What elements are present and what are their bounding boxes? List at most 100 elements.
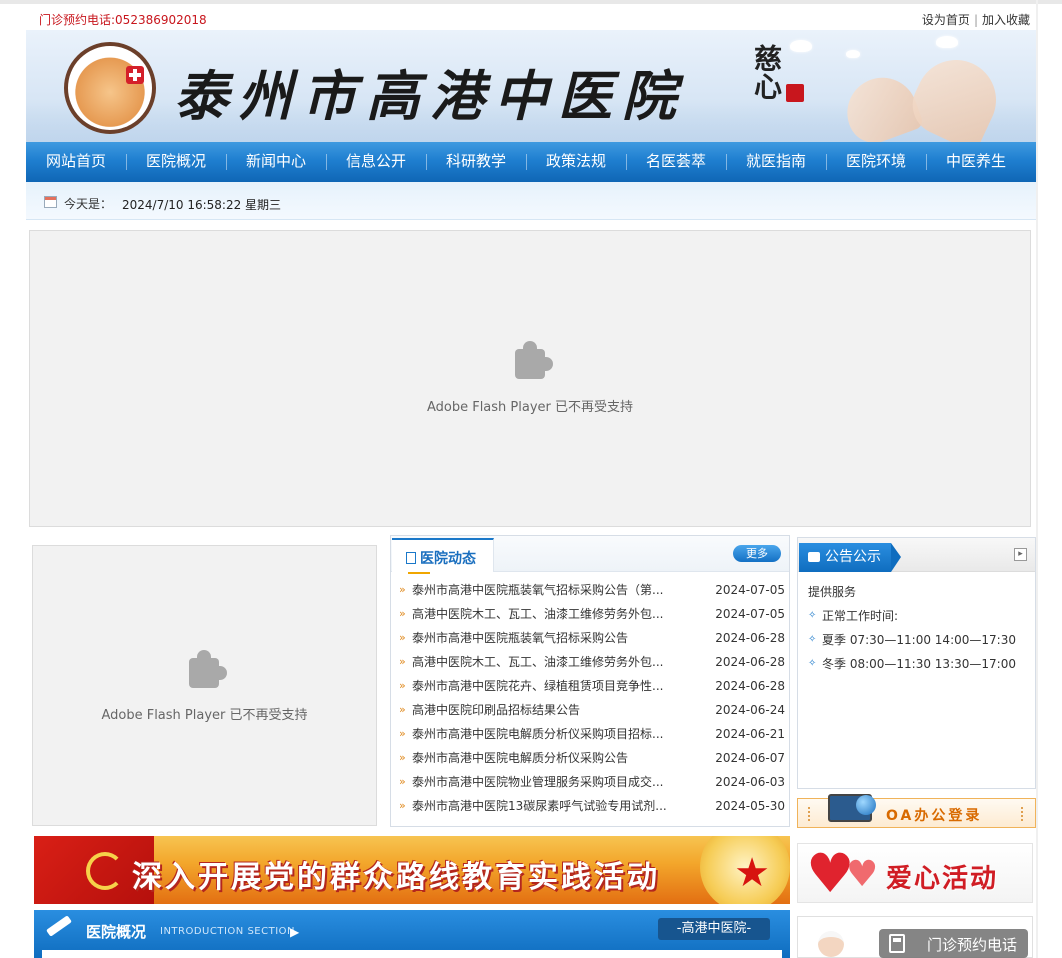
news-date: 2024-06-07	[715, 751, 785, 765]
motto-calligraphy: 慈心	[750, 44, 783, 100]
intro-section-header: 医院概况 INTRODUCTION SECTION ▶ -高港中医院-	[34, 910, 790, 958]
flash-unsupported-text: Adobe Flash Player 已不再受支持	[101, 708, 308, 723]
heart-icon: ♥	[846, 854, 879, 895]
news-item[interactable]: » 泰州市高港中医院物业管理服务采购项目成交... 2024-06-03	[391, 770, 789, 794]
notice-line: 夏季 07:30—11:00 14:00—17:30	[808, 628, 1028, 652]
notice-line: 冬季 08:00—11:30 13:30—17:00	[808, 652, 1028, 676]
tab-hospital-news[interactable]: 医院动态	[392, 538, 494, 574]
news-title[interactable]: 泰州市高港中医院13碳尿素呼气试验专用试剂...	[412, 794, 672, 818]
seal-stamp	[786, 84, 804, 102]
news-date: 2024-06-24	[715, 703, 785, 717]
bullet-arrow-icon: »	[399, 727, 406, 740]
notice-body: 提供服务 正常工作时间: 夏季 07:30—11:00 14:00—17:30 …	[808, 580, 1028, 676]
news-item[interactable]: » 泰州市高港中医院花卉、绿植租赁项目竞争性... 2024-06-28	[391, 674, 789, 698]
arrow-right-icon: ▶	[290, 925, 300, 939]
nav-overview[interactable]: 医院概况	[126, 142, 226, 182]
bullet-arrow-icon: »	[399, 655, 406, 668]
nav-policy[interactable]: 政策法规	[526, 142, 626, 182]
dots-decoration	[808, 807, 812, 821]
nurse-avatar	[818, 931, 844, 957]
love-activity-banner[interactable]: ♥ ♥ 爱心活动	[797, 842, 1033, 905]
notice-tab-label: 公告公示	[825, 549, 881, 565]
notice-line: 正常工作时间:	[808, 604, 1028, 628]
hospital-badge: -高港中医院-	[658, 918, 770, 940]
nav-doctors[interactable]: 名医荟萃	[626, 142, 726, 182]
star-icon: ★	[734, 850, 770, 896]
oa-login-button[interactable]: OA办公登录	[797, 794, 1036, 828]
dove-icon	[790, 40, 812, 52]
nav-guide[interactable]: 就医指南	[726, 142, 826, 182]
notice-header: 公告公示 ▸	[798, 538, 1035, 572]
news-date: 2024-06-28	[715, 679, 785, 693]
news-title[interactable]: 泰州市高港中医院瓶装氧气招标采购公告（第...	[412, 578, 672, 602]
news-title[interactable]: 泰州市高港中医院花卉、绿植租赁项目竞争性...	[412, 674, 672, 698]
more-button[interactable]: 更多	[733, 545, 781, 562]
document-icon	[406, 552, 416, 564]
news-title[interactable]: 高港中医院木工、瓦工、油漆工维修劳务外包...	[412, 650, 672, 674]
news-date: 2024-06-28	[715, 655, 785, 669]
top-links: 设为首页 | 加入收藏	[922, 11, 1030, 28]
flash-banner-side[interactable]: Adobe Flash Player 已不再受支持	[32, 545, 377, 826]
separator: |	[973, 13, 978, 27]
nav-disclosure[interactable]: 信息公开	[326, 142, 426, 182]
party-banner-text: 深入开展党的群众路线教育实践活动	[132, 860, 660, 895]
news-item[interactable]: » 高港中医院木工、瓦工、油漆工维修劳务外包... 2024-06-28	[391, 650, 789, 674]
news-date: 2024-06-21	[715, 727, 785, 741]
date-bar: 今天是： 2024/7/10 16:58:22 星期三	[26, 182, 1036, 220]
news-item[interactable]: » 泰州市高港中医院13碳尿素呼气试验专用试剂... 2024-05-30	[391, 794, 789, 818]
plugin-puzzle-icon	[185, 648, 227, 690]
intro-subtitle: INTRODUCTION SECTION	[160, 926, 296, 937]
appointment-phone: 门诊预约电话:052386902018	[39, 13, 207, 27]
flash-unsupported-text: Adobe Flash Player 已不再受支持	[426, 400, 634, 415]
news-title[interactable]: 泰州市高港中医院物业管理服务采购项目成交...	[412, 770, 672, 794]
bullet-arrow-icon: »	[399, 631, 406, 644]
news-item[interactable]: » 高港中医院木工、瓦工、油漆工维修劳务外包... 2024-07-05	[391, 602, 789, 626]
nav-health[interactable]: 中医养生	[926, 142, 1026, 182]
top-bar: 门诊预约电话:052386902018 设为首页 | 加入收藏	[26, 4, 1036, 30]
intro-title: 医院概况	[86, 923, 147, 941]
notice-panel: 公告公示 ▸ 提供服务 正常工作时间: 夏季 07:30—11:00 14:00…	[797, 537, 1036, 789]
right-edge	[1036, 0, 1038, 958]
news-item[interactable]: » 泰州市高港中医院瓶装氧气招标采购公告（第... 2024-07-05	[391, 578, 789, 602]
add-favorite-link[interactable]: 加入收藏	[982, 13, 1030, 27]
set-home-link[interactable]: 设为首页	[922, 13, 970, 27]
news-tab-label: 医院动态	[420, 551, 476, 567]
news-item[interactable]: » 泰州市高港中医院瓶装氧气招标采购公告 2024-06-28	[391, 626, 789, 650]
bullet-arrow-icon: »	[399, 583, 406, 596]
news-list: » 泰州市高港中医院瓶装氧气招标采购公告（第... 2024-07-05 » 高港中医…	[391, 578, 789, 818]
scroll-right-button[interactable]: ▸	[1014, 548, 1027, 561]
floating-phone-label: 门诊预约电话	[927, 936, 1018, 954]
floating-phone-button[interactable]: 门诊预约电话	[879, 929, 1028, 958]
news-date: 2024-07-05	[715, 583, 785, 597]
today-datetime: 2024/7/10 16:58:22 星期三	[122, 198, 282, 212]
news-title[interactable]: 泰州市高港中医院电解质分析仪采购项目招标...	[412, 722, 672, 746]
party-emblem-icon	[86, 852, 124, 890]
phone-icon	[889, 934, 905, 953]
tab-notice[interactable]: 公告公示	[799, 543, 901, 572]
notice-line: 提供服务	[808, 585, 857, 599]
nav-home[interactable]: 网站首页	[26, 142, 126, 182]
dove-icon	[846, 50, 860, 58]
today-label: 今天是：	[64, 197, 113, 211]
news-title[interactable]: 高港中医院印刷品招标结果公告	[412, 698, 672, 722]
hospital-news-panel: 医院动态 更多 » 泰州市高港中医院瓶装氧气招标采购公告（第... 2024-07-…	[390, 535, 790, 827]
hospital-logo	[64, 42, 156, 134]
syringe-icon	[46, 915, 72, 937]
news-title[interactable]: 高港中医院木工、瓦工、油漆工维修劳务外包...	[412, 602, 672, 626]
news-title[interactable]: 泰州市高港中医院电解质分析仪采购公告	[412, 746, 672, 770]
nav-research[interactable]: 科研教学	[426, 142, 526, 182]
news-item[interactable]: » 高港中医院印刷品招标结果公告 2024-06-24	[391, 698, 789, 722]
news-title[interactable]: 泰州市高港中医院瓶装氧气招标采购公告	[412, 626, 672, 650]
dove-icon	[936, 36, 958, 48]
news-date: 2024-06-28	[715, 631, 785, 645]
news-item[interactable]: » 泰州市高港中医院电解质分析仪采购项目招标... 2024-06-21	[391, 722, 789, 746]
red-cross-icon	[126, 66, 144, 84]
news-item[interactable]: » 泰州市高港中医院电解质分析仪采购公告 2024-06-07	[391, 746, 789, 770]
oa-login-label: OA办公登录	[886, 808, 983, 824]
flash-banner-main[interactable]: Adobe Flash Player 已不再受支持	[29, 230, 1031, 527]
nav-environment[interactable]: 医院环境	[826, 142, 926, 182]
intro-content-top	[42, 950, 782, 958]
bullet-arrow-icon: »	[399, 679, 406, 692]
party-activity-banner[interactable]: ★ 深入开展党的群众路线教育实践活动	[34, 836, 790, 904]
nav-news[interactable]: 新闻中心	[226, 142, 326, 182]
